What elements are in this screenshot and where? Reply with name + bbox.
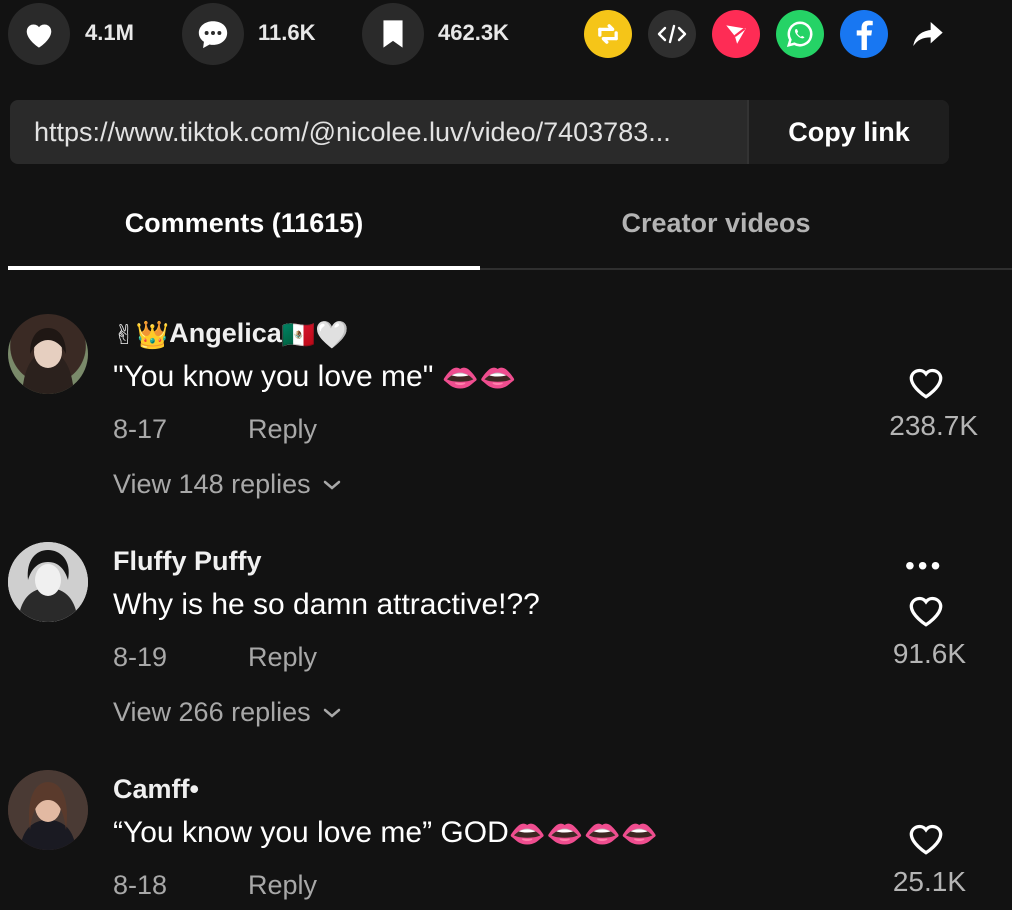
comment-date: 8-17 [113,414,168,444]
action-bar: 4.1M 11.6K 462.3K [0,0,1012,70]
avatar[interactable] [8,770,88,850]
comment-text-body: “You know you love me” GOD [113,816,509,849]
comments-count: 11.6K [258,20,316,45]
more-share-button[interactable] [904,10,952,58]
comment-date: 8-18 [113,870,168,900]
comment-icon [198,21,228,49]
heart-outline-icon[interactable] [906,820,946,856]
chevron-down-icon [323,480,340,490]
repost-icon [598,24,618,44]
tab-comments[interactable]: Comments (11615) [8,208,480,239]
heart-outline-icon[interactable] [906,364,946,400]
share-arrow-icon [913,22,943,46]
comment-text: “You know you love me” GOD👄👄👄👄 [113,816,658,852]
whatsapp-button[interactable] [776,10,824,58]
comment-emoji: 👄👄👄👄 [508,817,659,851]
likes-count: 4.1M [85,20,134,45]
embed-button[interactable] [648,10,696,58]
avatar[interactable] [8,542,88,622]
avatar[interactable] [8,314,88,394]
avatar-image [8,770,88,850]
comment-date: 8-19 [113,642,168,672]
comment-button[interactable] [182,3,244,65]
comment-like-count: 91.6K [892,638,966,669]
send-icon [726,25,746,44]
view-replies-button[interactable]: View 266 replies [113,697,341,728]
view-replies-label: View 148 replies [113,469,311,499]
comment-text: "You know you love me" 👄👄 [113,360,516,396]
heart-icon [26,24,52,48]
avatar-image [22,328,74,394]
more-options-icon[interactable]: ••• [905,550,943,582]
bookmark-icon [383,20,403,48]
saves-count: 462.3K [438,20,509,45]
comment-like-count: 25.1K [892,866,966,897]
reply-button[interactable]: Reply [248,870,317,901]
comment-username[interactable]: Fluffy Puffy [113,546,262,577]
facebook-icon [856,20,873,50]
facebook-button[interactable] [840,10,888,58]
username-emoji-suffix: 🇲🇽🤍 [281,319,350,350]
comment-emoji: 👄👄 [441,361,517,395]
view-replies-button[interactable]: View 148 replies [113,469,341,500]
username-emoji-prefix: ✌👑 [113,319,170,350]
repost-button[interactable] [584,10,632,58]
video-url[interactable]: https://www.tiktok.com/@nicolee.luv/vide… [34,117,754,148]
comment-username[interactable]: ✌👑Angelica🇲🇽🤍 [113,318,349,351]
whatsapp-icon [786,21,813,48]
comment-like-count: 238.7K [889,410,978,441]
active-tab-indicator [8,266,480,270]
share-link-bar: https://www.tiktok.com/@nicolee.luv/vide… [10,100,949,164]
comment-username[interactable]: Camff• [113,774,199,805]
save-button[interactable] [362,3,424,65]
view-replies-label: View 266 replies [113,697,311,727]
heart-outline-icon[interactable] [906,592,946,628]
like-button[interactable] [8,3,70,65]
avatar-image [8,542,88,622]
send-button[interactable] [712,10,760,58]
reply-button[interactable]: Reply [248,642,317,673]
comment-text-body: "You know you love me" [113,360,434,393]
tab-bar: Comments (11615) Creator videos [8,190,1012,270]
tab-creator-videos[interactable]: Creator videos [480,208,952,239]
copy-link-button[interactable]: Copy link [747,100,949,164]
reply-button[interactable]: Reply [248,414,317,445]
chevron-down-icon [323,708,340,718]
comment-text: Why is he so damn attractive!?? [113,588,540,621]
username-text: Angelica [169,318,282,348]
embed-icon [657,24,687,44]
